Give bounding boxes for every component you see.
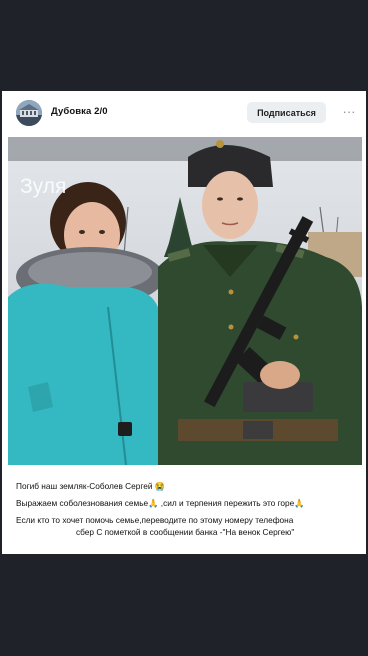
post-line-2: Выражаем соболезнования семье🙏 ,сил и те… [16, 498, 305, 508]
post-line-3: Если кто то хочет помочь семье,переводит… [16, 515, 294, 525]
subscribe-button[interactable]: Подписаться [247, 102, 326, 123]
post-header: Дубовка 2/0 Подписаться ··· [2, 91, 366, 135]
post-card: Дубовка 2/0 Подписаться ··· Зуля Погиб н… [2, 91, 366, 554]
post-text: Погиб наш земляк-Соболев Сергей 😭 Выража… [16, 481, 356, 544]
group-avatar[interactable] [16, 100, 42, 126]
photo-overlay-caption: Зуля [20, 175, 67, 198]
post-line-1: Погиб наш земляк-Соболев Сергей 😭 [16, 481, 166, 491]
group-name-link[interactable]: Дубовка 2/0 [51, 106, 108, 117]
more-horizontal-icon[interactable]: ··· [340, 103, 358, 121]
post-line-4: сбер С пометкой в сообщении банка -"На в… [76, 527, 295, 537]
post-photo[interactable]: Зуля [8, 137, 362, 465]
